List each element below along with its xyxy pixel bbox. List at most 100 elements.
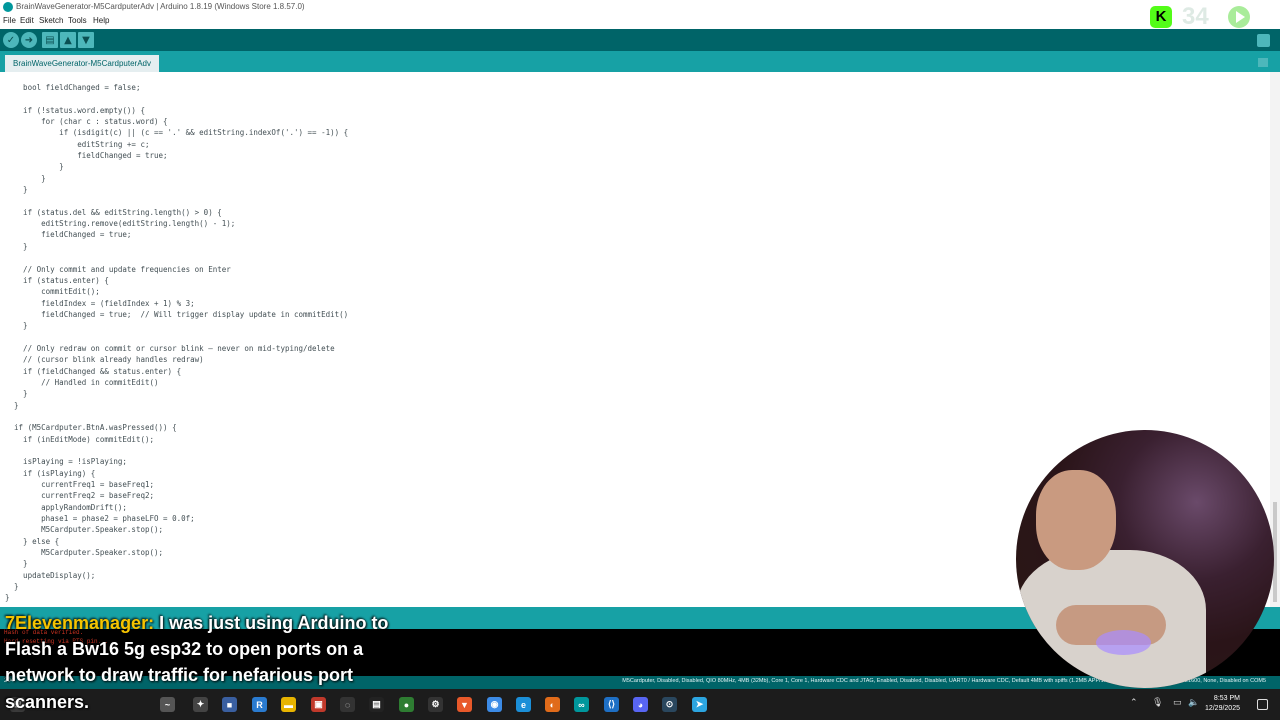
code-line: if (inEditMode) commitEdit(); <box>5 434 155 444</box>
system-tray: ⌃ 🎙 ▭ 🔈 8:53 PM 12/29/2025 <box>1130 689 1280 720</box>
code-line: if (M5Cardputer.BtnA.wasPressed()) { <box>5 423 177 433</box>
menu-sketch[interactable]: Sketch <box>39 16 63 25</box>
microphone-icon[interactable]: 🎙 <box>1152 698 1163 708</box>
code-line: } else { <box>5 536 60 546</box>
menu-file[interactable]: File <box>3 16 16 25</box>
webcam-head <box>1036 470 1116 570</box>
code-line: if (status.del && editString.length() > … <box>5 207 222 217</box>
app-icon[interactable]: ▤ <box>369 697 384 712</box>
code-line: } <box>5 321 28 331</box>
brave-icon[interactable]: ▼ <box>457 697 472 712</box>
volume-icon[interactable]: 🔈 <box>1188 698 1199 708</box>
file-explorer-icon[interactable]: ▬ <box>281 697 296 712</box>
menu-bar: File Edit Sketch Tools Help <box>0 15 1280 29</box>
code-line: } <box>5 173 46 183</box>
play-icon <box>1228 6 1250 28</box>
code-line: } <box>5 389 28 399</box>
arduino-taskbar-icon[interactable]: ∞ <box>574 697 589 712</box>
vscode-icon[interactable]: ⟨⟩ <box>604 697 619 712</box>
webcam-light <box>1096 630 1151 655</box>
chrome-icon[interactable]: ◉ <box>487 697 502 712</box>
code-line: } <box>5 582 19 592</box>
app-icon[interactable]: ◌ <box>340 697 355 712</box>
code-line: currentFreq2 = baseFreq2; <box>5 491 155 501</box>
chevron-up-icon[interactable]: ⌃ <box>1130 698 1138 708</box>
code-line: if (fieldChanged && status.enter) { <box>5 366 182 376</box>
code-line: fieldChanged = true; // Will trigger dis… <box>5 309 349 319</box>
clock-time: 8:53 PM <box>1213 695 1240 702</box>
code-line: applyRandomDrift(); <box>5 502 127 512</box>
editor-scrollbar[interactable] <box>1270 72 1280 607</box>
taskbar: ⊞ ~ ✦ ■ R ▬ ▣ ◌ ▤ ● ⚙ ▼ ◉ e ◐ ∞ ⟨⟩ ◕ ⊙ ➤… <box>0 689 1280 720</box>
code-line: } <box>5 185 28 195</box>
new-icon[interactable]: ▤ <box>42 32 58 48</box>
tab-menu-icon[interactable] <box>1258 58 1268 67</box>
code-line: M5Cardputer.Speaker.stop(); <box>5 525 164 535</box>
code-line: } <box>5 559 28 569</box>
save-icon[interactable]: ▼ <box>78 32 94 48</box>
serial-monitor-icon[interactable] <box>1257 34 1270 47</box>
code-line: bool fieldChanged = false; <box>5 83 141 92</box>
code-line: fieldIndex = (fieldIndex + 1) % 3; <box>5 298 195 308</box>
firefox-icon[interactable]: ◐ <box>545 697 560 712</box>
app-icon[interactable]: ■ <box>222 697 237 712</box>
code-line: // Only redraw on commit or cursor blink… <box>5 343 335 353</box>
discord-icon[interactable]: ◕ <box>633 697 648 712</box>
app-icon[interactable]: ▣ <box>311 697 326 712</box>
webcam-overlay <box>1016 430 1274 688</box>
network-icon[interactable]: ▭ <box>1173 698 1182 708</box>
code-line: // (cursor blink already handles redraw) <box>5 355 204 365</box>
code-line: if (isPlaying) { <box>5 468 96 478</box>
toolbar: ✓ ➜ ▤ ▲ ▼ <box>0 29 1280 51</box>
code-line: } <box>5 593 10 603</box>
chat-message: I was just using Arduino to <box>159 613 389 633</box>
code-line: } <box>5 241 28 251</box>
chat-line: network to draw traffic for nefarious po… <box>5 665 354 685</box>
kick-logo-icon: K <box>1150 6 1172 28</box>
clock[interactable]: 8:53 PM 12/29/2025 <box>1205 694 1240 714</box>
arduino-app-icon <box>3 2 13 12</box>
code-line: fieldChanged = true; <box>5 151 168 161</box>
menu-edit[interactable]: Edit <box>20 16 34 25</box>
code-line: updateDisplay(); <box>5 570 96 580</box>
verify-icon[interactable]: ✓ <box>3 32 19 48</box>
app-icon[interactable]: R <box>252 697 267 712</box>
code-line: } <box>5 162 64 172</box>
code-line: phase1 = phase2 = phaseLFO = 0.0f; <box>5 514 195 524</box>
viewer-count: 34 <box>1182 3 1209 30</box>
code-line: commitEdit(); <box>5 287 100 297</box>
app-icon[interactable]: ● <box>399 697 414 712</box>
menu-help[interactable]: Help <box>93 16 109 25</box>
code-line: // Only commit and update frequencies on… <box>5 264 231 274</box>
settings-icon[interactable]: ⚙ <box>428 697 443 712</box>
title-bar: BrainWaveGenerator-M5CardputerAdv | Ardu… <box>0 0 1280 15</box>
code-line: if (isdigit(c) || (c == '.' && editStrin… <box>5 128 349 138</box>
code-line: // Handled in commitEdit() <box>5 377 159 387</box>
app-icon[interactable]: ~ <box>160 697 175 712</box>
code-line: } <box>5 400 19 410</box>
tab-sketch[interactable]: BrainWaveGenerator-M5CardputerAdv <box>5 55 159 72</box>
menu-tools[interactable]: Tools <box>68 16 87 25</box>
code-line: fieldChanged = true; <box>5 230 132 240</box>
upload-icon[interactable]: ➜ <box>21 32 37 48</box>
edge-icon[interactable]: e <box>516 697 531 712</box>
code-line: if (!status.word.empty()) { <box>5 105 145 115</box>
chat-username: 7Elevenmanager: <box>5 613 155 633</box>
tab-bar: BrainWaveGenerator-M5CardputerAdv <box>0 51 1280 72</box>
code-line: editString.remove(editString.length() - … <box>5 219 236 229</box>
tool-icon[interactable]: ✦ <box>193 697 208 712</box>
code-line: isPlaying = !isPlaying; <box>5 457 127 467</box>
notification-icon[interactable] <box>1257 699 1268 710</box>
code-line: M5Cardputer.Speaker.stop(); <box>5 548 164 558</box>
code-lines: bool fieldChanged = false; if (!status.w… <box>5 82 348 604</box>
code-line: for (char c : status.word) { <box>5 117 168 127</box>
telegram-icon[interactable]: ➤ <box>692 697 707 712</box>
open-icon[interactable]: ▲ <box>60 32 76 48</box>
code-line: editString += c; <box>5 139 150 149</box>
steam-icon[interactable]: ⊙ <box>662 697 677 712</box>
